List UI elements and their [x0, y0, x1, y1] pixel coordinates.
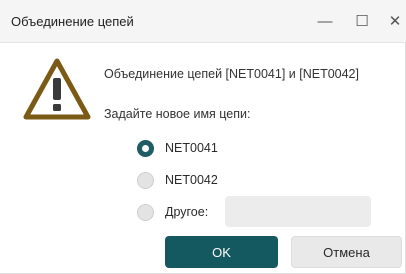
option-other[interactable]: Другое: — [137, 202, 208, 222]
option-other-label: Другое: — [165, 205, 209, 219]
ok-button[interactable]: OK — [165, 236, 278, 268]
minimize-icon[interactable]: — — [310, 8, 340, 34]
new-name-prompt: Задайте новое имя цепи: — [104, 107, 251, 121]
other-name-input[interactable] — [225, 196, 371, 227]
merge-nets-dialog: Объединение цепей — ☐ ✕ Объединение цепе… — [0, 0, 406, 274]
radio-net0042[interactable] — [137, 171, 154, 189]
window-title: Объединение цепей — [11, 14, 134, 29]
warning-icon — [23, 58, 91, 120]
merge-message: Объединение цепей [NET0041] и [NET0042] — [104, 67, 359, 81]
option-net0042-label: NET0042 — [165, 173, 218, 187]
close-icon[interactable]: ✕ — [380, 8, 406, 34]
option-net0041[interactable]: NET0041 — [137, 138, 218, 158]
cancel-button[interactable]: Отмена — [291, 236, 402, 268]
radio-net0041[interactable] — [137, 139, 154, 157]
title-bar[interactable]: Объединение цепей — ☐ ✕ — [0, 0, 406, 43]
option-net0042[interactable]: NET0042 — [137, 170, 218, 190]
option-net0041-label: NET0041 — [165, 141, 218, 155]
radio-other[interactable] — [137, 203, 154, 221]
maximize-icon[interactable]: ☐ — [347, 8, 377, 34]
